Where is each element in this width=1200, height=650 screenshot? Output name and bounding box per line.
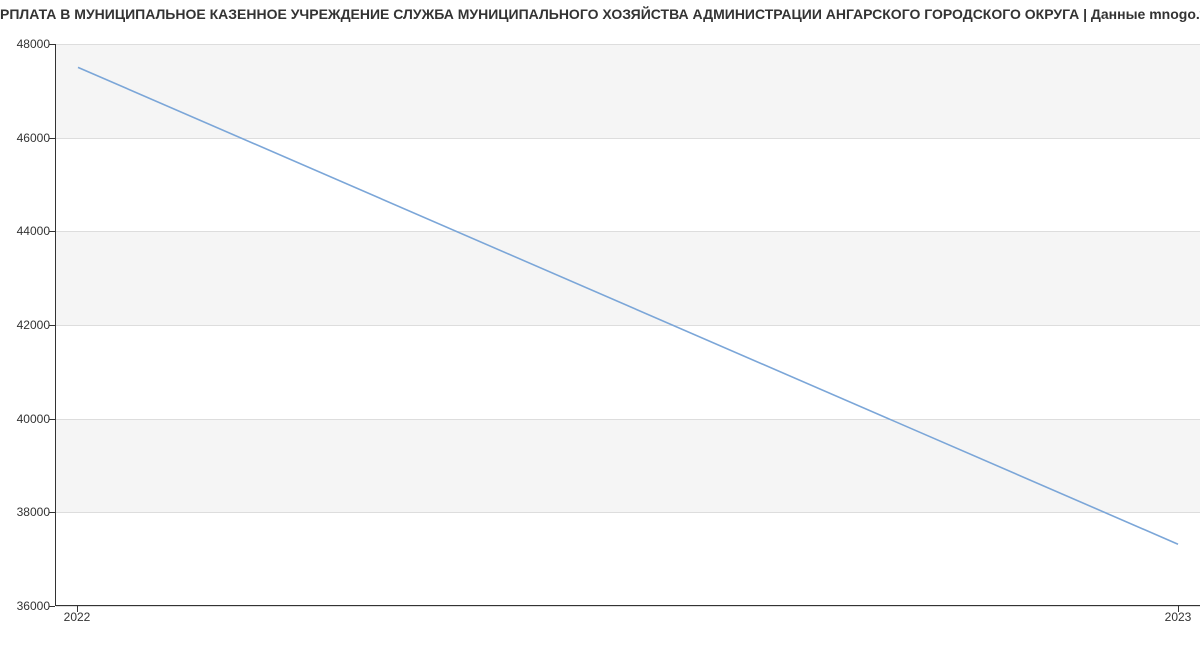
line-layer <box>56 44 1200 605</box>
chart-title: РПЛАТА В МУНИЦИПАЛЬНОЕ КАЗЕННОЕ УЧРЕЖДЕН… <box>0 6 1200 22</box>
ytick-label-1: 38000 <box>4 505 50 519</box>
ytick-mark <box>49 138 55 139</box>
ytick-mark <box>49 606 55 607</box>
ytick-label-2: 40000 <box>4 412 50 426</box>
ytick-label-6: 48000 <box>4 37 50 51</box>
ytick-mark <box>49 419 55 420</box>
xtick-label-1: 2023 <box>1165 610 1192 624</box>
ytick-label-0: 36000 <box>4 599 50 613</box>
ytick-label-4: 44000 <box>4 224 50 238</box>
xtick-mark <box>77 606 78 612</box>
ytick-label-5: 46000 <box>4 131 50 145</box>
xtick-label-0: 2022 <box>64 610 91 624</box>
data-line <box>78 67 1178 544</box>
gridline <box>56 606 1200 607</box>
ytick-mark <box>49 325 55 326</box>
ytick-mark <box>49 512 55 513</box>
plot-area <box>55 44 1200 606</box>
ytick-mark <box>49 44 55 45</box>
ytick-mark <box>49 231 55 232</box>
ytick-label-3: 42000 <box>4 318 50 332</box>
xtick-mark <box>1178 606 1179 612</box>
